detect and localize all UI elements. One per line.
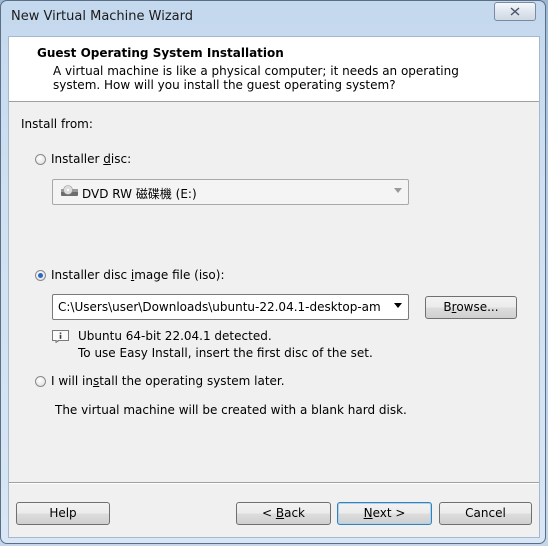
drive-select[interactable]: DVD RW 磁碟機 (E:) bbox=[52, 179, 409, 205]
page-description-line2: system. How will you install the guest o… bbox=[53, 78, 396, 92]
installer-iso-radio[interactable] bbox=[35, 270, 46, 281]
dvd-drive-icon bbox=[61, 185, 78, 196]
page-description: A virtual machine is like a physical com… bbox=[53, 64, 493, 92]
help-button[interactable]: Help bbox=[16, 502, 110, 525]
installer-disc-label[interactable]: Installer disc: bbox=[51, 152, 131, 166]
close-button[interactable] bbox=[494, 2, 536, 21]
footer-divider bbox=[9, 482, 539, 484]
page-title: Guest Operating System Installation bbox=[37, 46, 284, 60]
iso-path-input[interactable]: C:\Users\user\Downloads\ubuntu-22.04.1-d… bbox=[58, 300, 386, 314]
wizard-window: New Virtual Machine Wizard Guest Operati… bbox=[0, 0, 546, 544]
wizard-header: Guest Operating System Installation A vi… bbox=[9, 37, 539, 102]
install-from-label: Install from: bbox=[21, 117, 93, 131]
install-later-radio[interactable] bbox=[35, 376, 46, 387]
chevron-down-icon[interactable] bbox=[394, 303, 402, 308]
page-description-line1: A virtual machine is like a physical com… bbox=[53, 64, 459, 78]
cancel-button[interactable]: Cancel bbox=[439, 502, 532, 525]
drive-select-value: DVD RW 磁碟機 (E:) bbox=[82, 187, 197, 201]
iso-path-combobox[interactable]: C:\Users\user\Downloads\ubuntu-22.04.1-d… bbox=[52, 294, 409, 320]
window-title: New Virtual Machine Wizard bbox=[11, 9, 193, 24]
iso-detected-text: Ubuntu 64-bit 22.04.1 detected. bbox=[78, 329, 272, 343]
easy-install-hint: To use Easy Install, insert the first di… bbox=[78, 346, 373, 360]
info-icon bbox=[52, 330, 69, 343]
blank-disk-note: The virtual machine will be created with… bbox=[55, 403, 407, 417]
next-button[interactable]: Next > bbox=[337, 502, 432, 525]
close-icon bbox=[510, 7, 520, 16]
install-later-label[interactable]: I will install the operating system late… bbox=[51, 374, 285, 388]
installer-disc-radio[interactable] bbox=[35, 154, 46, 165]
chevron-down-icon bbox=[394, 188, 402, 193]
dialog-client: Guest Operating System Installation A vi… bbox=[8, 36, 540, 538]
browse-button[interactable]: Browse... bbox=[425, 296, 517, 319]
installer-iso-label[interactable]: Installer disc image file (iso): bbox=[51, 268, 225, 282]
back-button[interactable]: < Back bbox=[236, 502, 331, 525]
